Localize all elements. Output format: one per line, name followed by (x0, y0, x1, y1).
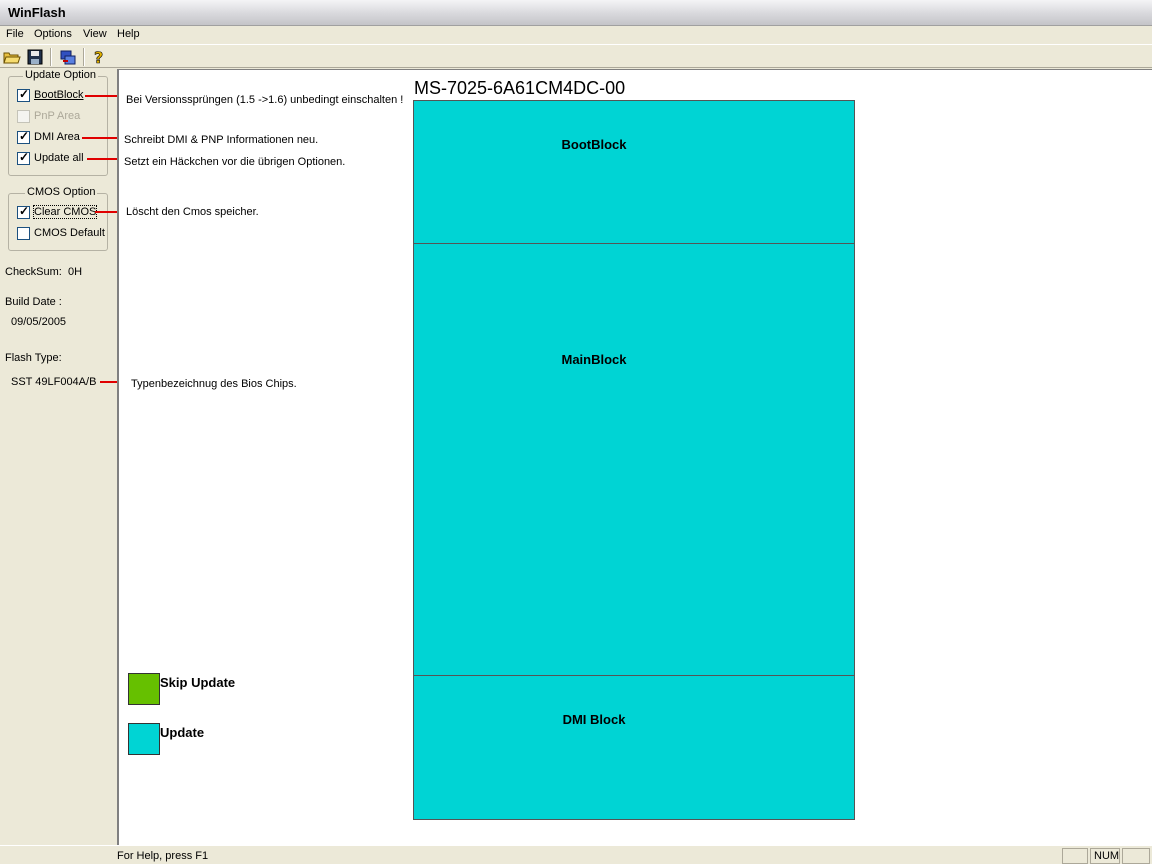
build-date-value: 09/05/2005 (11, 316, 67, 328)
status-text: For Help, press F1 (117, 850, 209, 862)
toolbar: ? (0, 44, 1152, 68)
checksum-label: CheckSum: (5, 266, 62, 278)
skip-update-label: Skip Update (160, 675, 236, 690)
checkbox-box[interactable]: ✓ (17, 87, 30, 102)
cmos-option-legend: CMOS Option (25, 186, 98, 198)
update-swatch (128, 723, 160, 755)
title-bar: WinFlash (0, 0, 1152, 26)
toolbar-separator (83, 48, 85, 66)
checkbox-box[interactable]: ✓ (17, 129, 30, 144)
update-option-legend: Update Option (23, 69, 98, 81)
flash-type-annotation: Typenbezeichnug des Bios Chips. (131, 378, 297, 390)
status-pane-num: NUM (1090, 848, 1120, 864)
clear-cmos-annotation: Löscht den Cmos speicher. (126, 206, 259, 218)
dmi-block-block-label: DMI Block (562, 712, 626, 727)
checksum-value: 0H (68, 266, 83, 278)
num-lock-indicator: NUM (1094, 850, 1120, 862)
flash-button[interactable] (58, 47, 78, 67)
bootblock-label: BootBlock (34, 89, 84, 101)
annotation-line (82, 137, 119, 139)
clear-cmos-label: Clear CMOS (32, 205, 98, 219)
annotation-line (87, 158, 119, 160)
menu-file[interactable]: File (5, 28, 25, 40)
mainblock-block-label: MainBlock (561, 352, 627, 367)
options-panel: Update Option ✓ BootBlock PnP Area ✓ DMI… (0, 69, 117, 845)
update-all-annotation: Setzt ein Häckchen vor die übrigen Optio… (124, 156, 346, 168)
status-pane-caps (1062, 848, 1088, 864)
window-title: WinFlash (8, 5, 66, 20)
flash-chip-icon (60, 50, 76, 65)
open-folder-icon (3, 52, 21, 64)
menu-options[interactable]: Options (33, 28, 73, 40)
update-option-group: Update Option ✓ BootBlock PnP Area ✓ DMI… (8, 69, 108, 176)
save-disk-icon (27, 49, 43, 65)
open-button[interactable] (2, 47, 22, 67)
svg-text:?: ? (94, 48, 103, 67)
chip-name: MS-7025-6A61CM4DC-00 (414, 78, 626, 98)
update-all-label: Update all (34, 152, 84, 164)
dmi-area-label: DMI Area (34, 131, 80, 143)
menu-help[interactable]: Help (116, 28, 141, 40)
status-bar: For Help, press F1 NUM (0, 845, 1152, 864)
dmi-block-block: DMI Block (413, 675, 855, 820)
mainblock-block: MainBlock (413, 243, 855, 676)
flash-type-value: SST 49LF004A/B (11, 376, 97, 388)
update-label: Update (160, 725, 205, 740)
checkbox-box[interactable]: ✓ (17, 150, 30, 165)
help-button[interactable]: ? (89, 47, 109, 68)
flash-type-label: Flash Type: (5, 352, 62, 364)
build-date-label: Build Date : (5, 296, 62, 308)
bootblock-annotation: Bei Versionssprüngen (1.5 ->1.6) unbedin… (126, 94, 404, 106)
skip-update-swatch (128, 673, 160, 705)
dmi-annotation: Schreibt DMI & PNP Informationen neu. (124, 134, 319, 146)
menu-view[interactable]: View (82, 28, 108, 40)
cmos-default-label: CMOS Default (34, 227, 105, 239)
help-icon: ? (94, 48, 104, 68)
checkbox-box[interactable] (17, 110, 30, 123)
cmos-option-group: CMOS Option ✓ Clear CMOS CMOS Default (8, 186, 108, 251)
save-button[interactable] (25, 47, 45, 67)
bootblock-block: BootBlock (413, 100, 855, 244)
pnp-area-label: PnP Area (34, 110, 81, 122)
checkbox-box[interactable]: ✓ (17, 204, 30, 219)
flash-map-panel: Bei Versionssprüngen (1.5 ->1.6) unbedin… (117, 69, 1152, 845)
bootblock-block-label: BootBlock (561, 137, 627, 152)
status-pane-scroll (1122, 848, 1150, 864)
checkbox-box[interactable] (17, 227, 30, 240)
toolbar-separator (50, 48, 52, 66)
menu-bar: File Options View Help (0, 26, 1152, 44)
